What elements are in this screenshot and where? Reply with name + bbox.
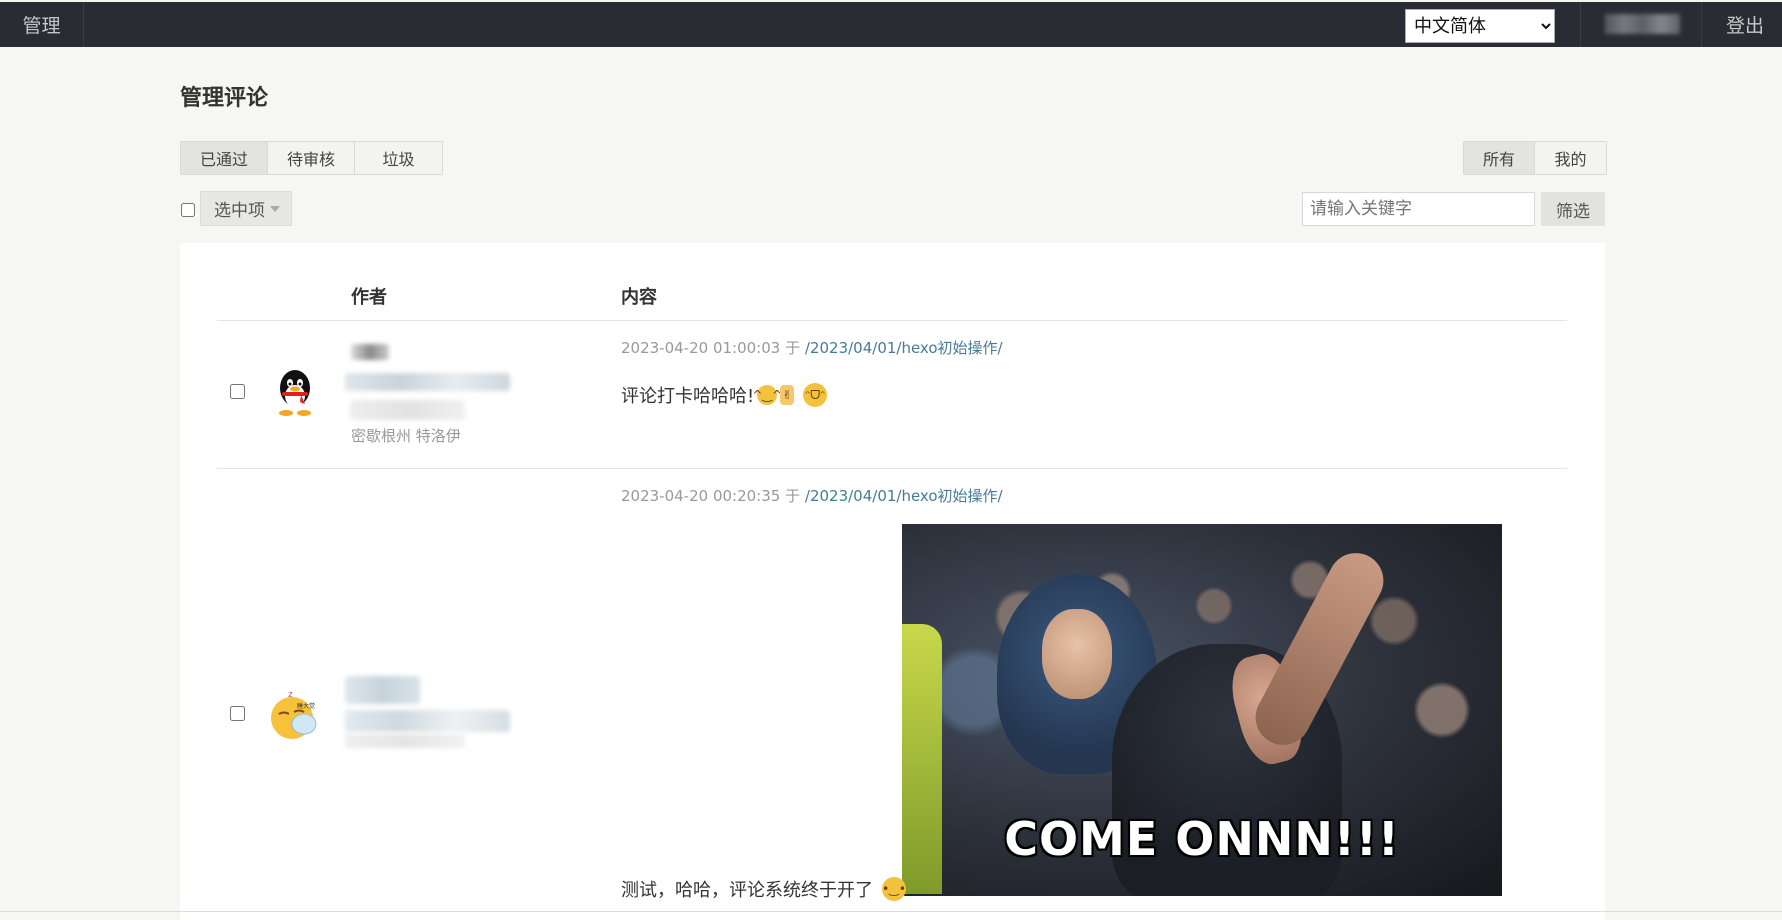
post-link[interactable]: /2023/04/01/hexo初始操作/ [805, 487, 1003, 505]
selected-items-dropdown[interactable]: 选中项 [200, 191, 292, 226]
slight-smile-emoji-icon: •‿• [882, 877, 906, 901]
status-tabs: 已通过 待审核 垃圾 [180, 141, 443, 175]
row-checkbox[interactable] [230, 706, 245, 721]
language-select[interactable]: 中文简体 [1405, 9, 1555, 43]
select-all-checkbox[interactable] [181, 203, 195, 217]
smile-emoji-icon: ^‿^ [752, 385, 782, 405]
content-column-header: 内容 [621, 287, 657, 308]
author-ip-redacted [345, 734, 465, 748]
author-name-redacted [345, 676, 420, 704]
child-face [1042, 609, 1112, 699]
comment-body: 评论打卡哈哈哈! ^‿^ ✌ ᵔᗜᵔ [621, 382, 828, 408]
victory-hand-emoji-icon: ✌ [780, 385, 795, 405]
tab-approved[interactable]: 已通过 [181, 142, 268, 174]
author-column-header: 作者 [351, 287, 387, 308]
comment-text: 测试，哈哈，评论系统终于开了 [621, 880, 873, 901]
author-name-redacted [351, 344, 389, 360]
tab-all[interactable]: 所有 [1464, 142, 1535, 174]
author-ip-redacted [350, 400, 465, 420]
gif-caption: COME ONNN!!! [1004, 812, 1400, 866]
grin-emoji-icon: ᵔᗜᵔ [803, 383, 828, 407]
comment-meta: 2023-04-20 00:20:35 于 /2023/04/01/hexo初始… [621, 485, 1003, 506]
author-email-redacted [345, 373, 510, 391]
tab-pending[interactable]: 待审核 [268, 142, 355, 174]
comment-gif-image: COME ONNN!!! [902, 524, 1502, 896]
qq-penguin-icon [279, 370, 311, 416]
author-location: 密歇根州 特洛伊 [351, 427, 461, 445]
top-navigation-bar: 管理 中文简体 登出 [0, 2, 1782, 47]
comment-on-word: 于 [785, 339, 801, 357]
manage-menu[interactable]: 管理 [0, 2, 84, 47]
logout-link[interactable]: 登出 [1726, 2, 1764, 47]
comment-text: 评论打卡哈哈哈! [621, 386, 755, 407]
comment-date: 2023-04-20 01:00:03 [621, 339, 781, 357]
comment-date: 2023-04-20 00:20:35 [621, 487, 781, 505]
page-title: 管理评论 [180, 86, 269, 111]
username-redacted[interactable] [1605, 14, 1680, 34]
svg-text:z: z [288, 690, 293, 700]
divider [1580, 2, 1581, 47]
comment-on-word: 于 [785, 487, 801, 505]
header-divider [217, 320, 1567, 321]
comment-body: 测试，哈哈，评论系统终于开了 •‿• [621, 876, 906, 902]
bottom-edge [0, 911, 1782, 912]
row-checkbox[interactable] [230, 384, 245, 399]
caret-down-icon [270, 205, 280, 212]
scope-tabs: 所有 我的 [1463, 141, 1607, 175]
post-link[interactable]: /2023/04/01/hexo初始操作/ [805, 339, 1003, 357]
tab-mine[interactable]: 我的 [1535, 142, 1606, 174]
comment-meta: 2023-04-20 01:00:03 于 /2023/04/01/hexo初始… [621, 337, 1003, 358]
selected-items-label: 选中项 [214, 201, 265, 221]
author-email-redacted [345, 710, 510, 732]
keyword-search-input[interactable] [1302, 192, 1535, 226]
sleepy-emoji-icon: z 睡大觉 [271, 690, 317, 739]
divider [1701, 2, 1702, 47]
tab-spam[interactable]: 垃圾 [355, 142, 442, 174]
svg-text:睡大觉: 睡大觉 [297, 702, 315, 710]
row-divider [217, 468, 1567, 469]
filter-button[interactable]: 筛选 [1541, 192, 1605, 226]
